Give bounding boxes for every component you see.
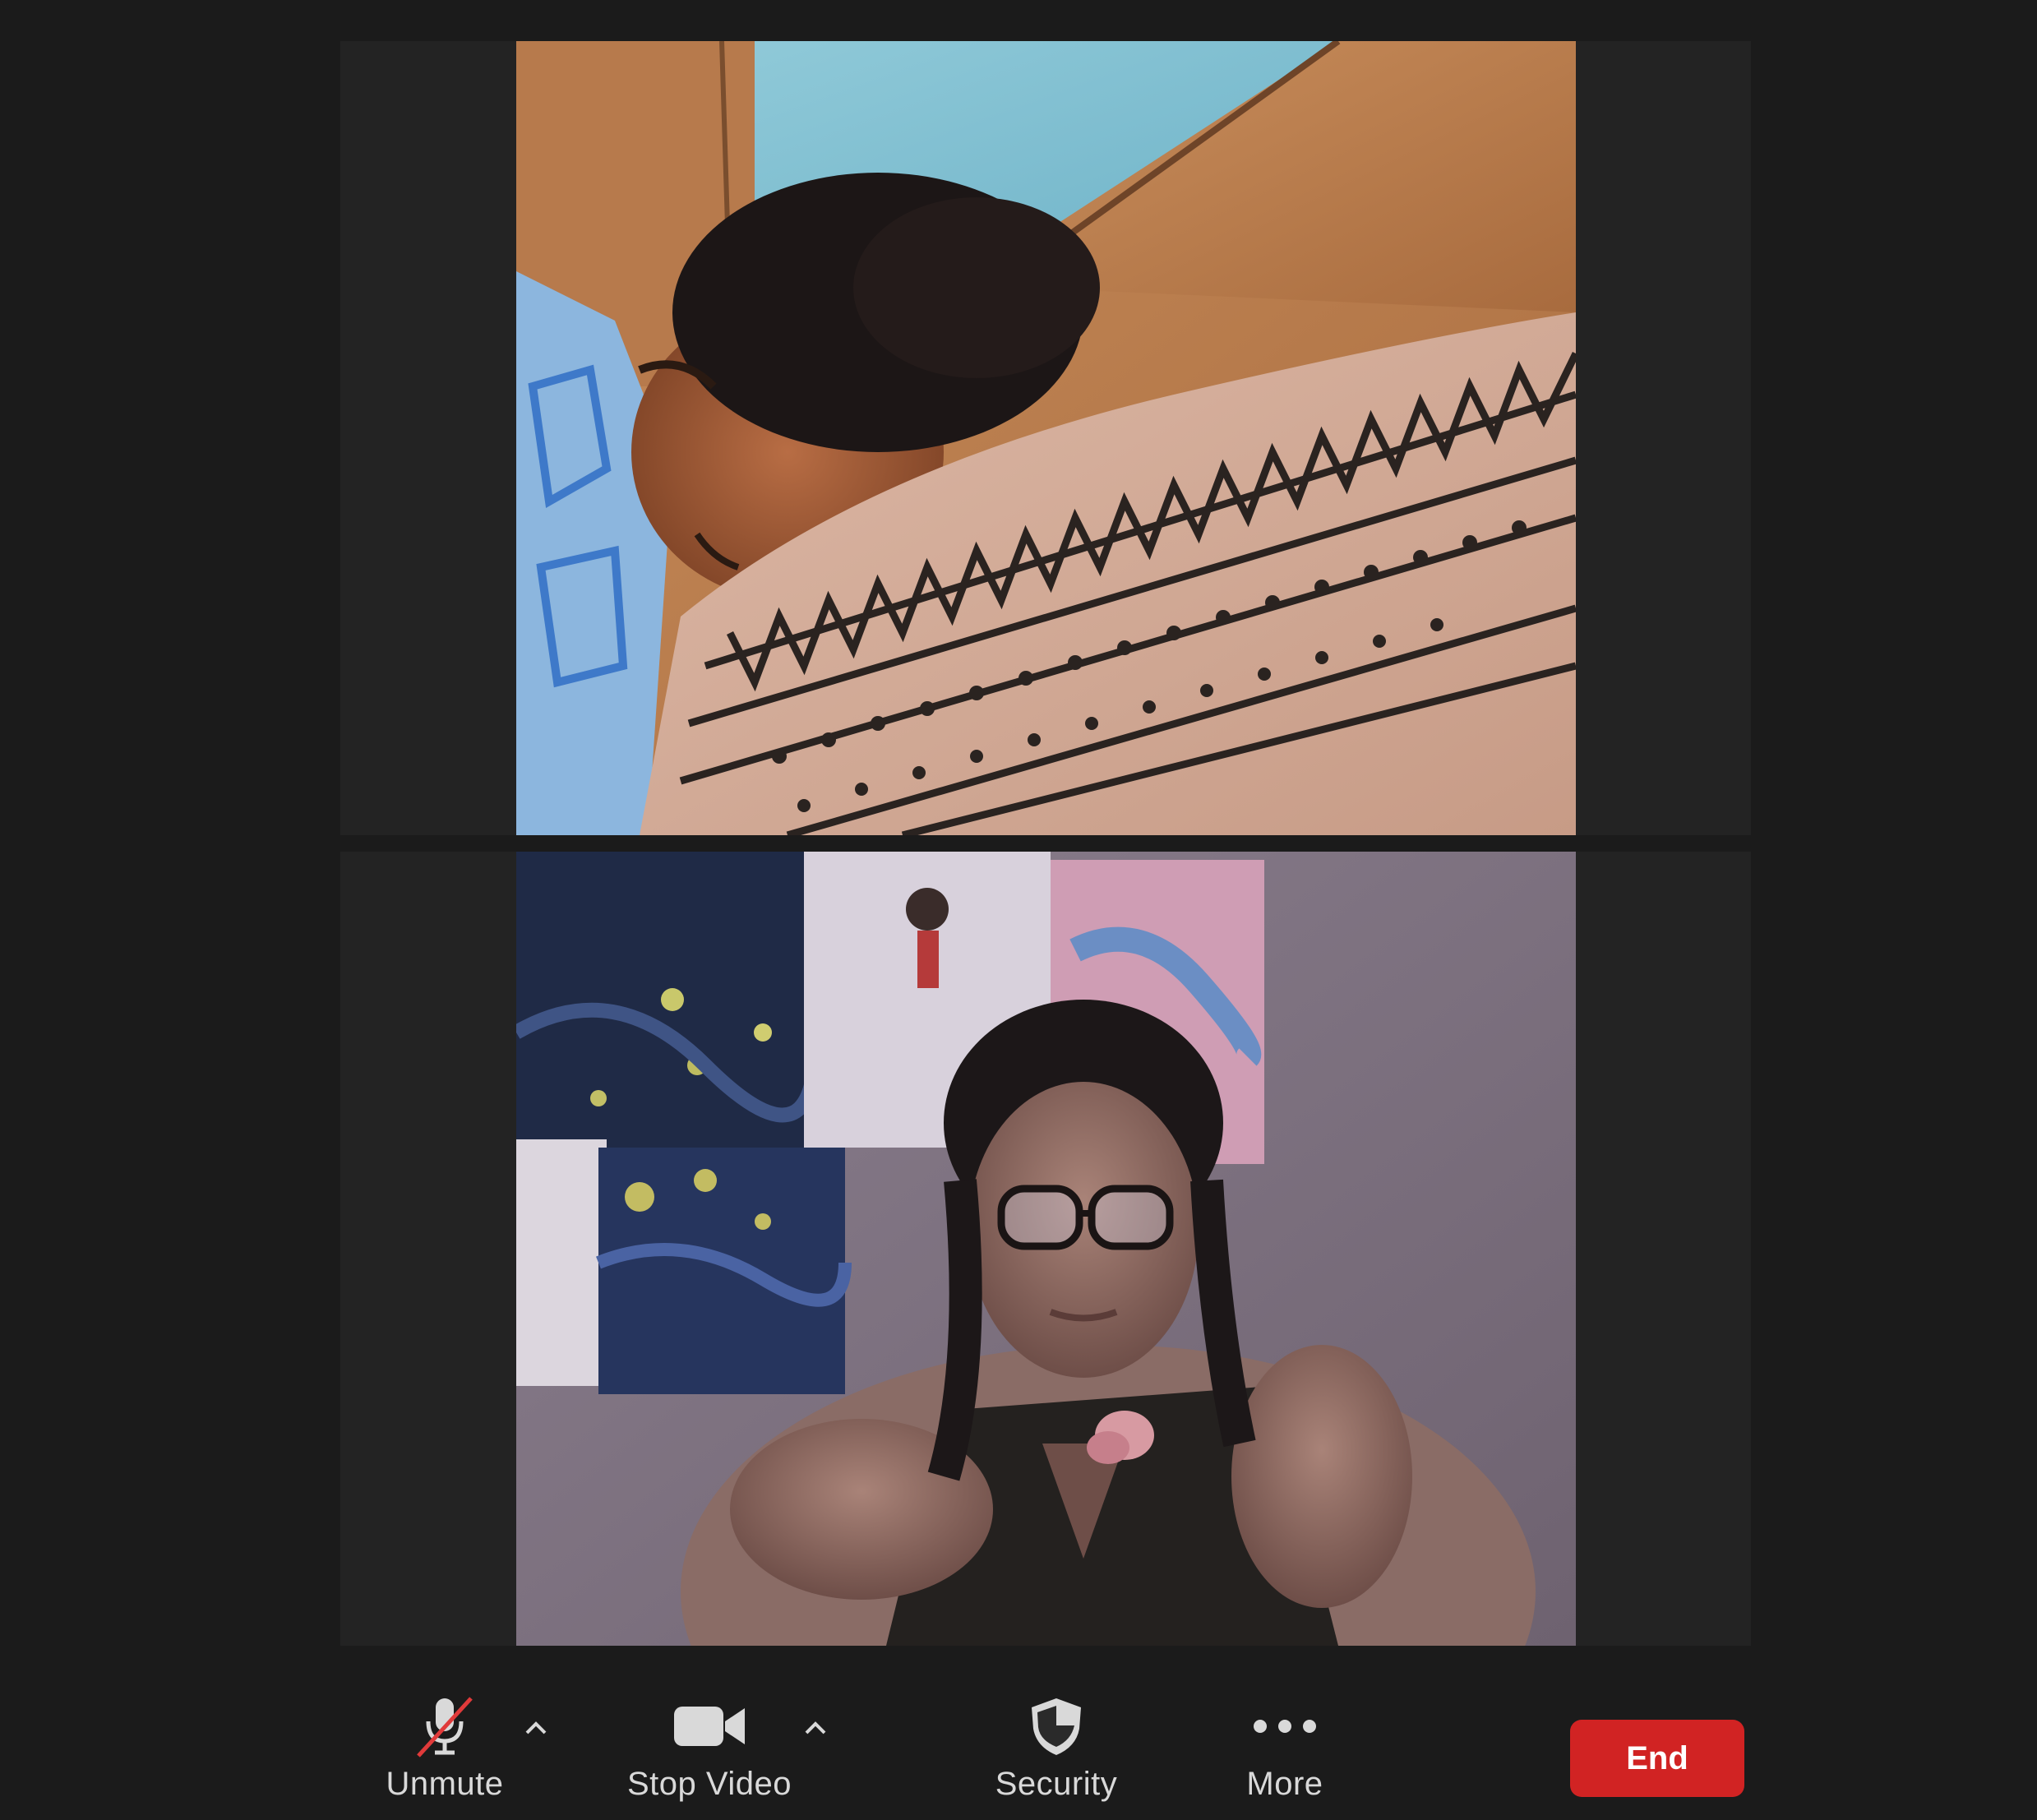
shield-icon bbox=[1019, 1695, 1093, 1758]
video-frame-room-scene bbox=[516, 852, 1576, 1646]
video-tile-2[interactable] bbox=[340, 852, 1751, 1646]
microphone-muted-icon bbox=[408, 1695, 482, 1758]
more-button[interactable]: More bbox=[1233, 1695, 1337, 1810]
unmute-button[interactable]: Unmute bbox=[376, 1695, 513, 1810]
end-meeting-button[interactable]: End bbox=[1570, 1720, 1744, 1797]
video-frame-bed-scene bbox=[516, 41, 1576, 835]
stop-video-label: Stop Video bbox=[627, 1766, 792, 1802]
security-label: Security bbox=[995, 1766, 1118, 1802]
meeting-toolbar: Unmute Stop Video Security More End bbox=[0, 1646, 2037, 1820]
video-camera-icon bbox=[672, 1695, 746, 1758]
participant-video-feed-1 bbox=[516, 41, 1576, 835]
unmute-label: Unmute bbox=[386, 1766, 504, 1802]
video-options-caret-icon[interactable] bbox=[799, 1711, 832, 1744]
more-label: More bbox=[1246, 1766, 1323, 1802]
meeting-window: Unmute Stop Video Security More End bbox=[0, 0, 2037, 1820]
stop-video-button[interactable]: Stop Video bbox=[620, 1695, 799, 1810]
security-button[interactable]: Security bbox=[986, 1695, 1126, 1810]
ellipsis-icon bbox=[1248, 1695, 1322, 1758]
video-tile-1[interactable] bbox=[340, 41, 1751, 835]
audio-options-caret-icon[interactable] bbox=[520, 1711, 552, 1744]
participant-video-feed-2 bbox=[516, 852, 1576, 1646]
